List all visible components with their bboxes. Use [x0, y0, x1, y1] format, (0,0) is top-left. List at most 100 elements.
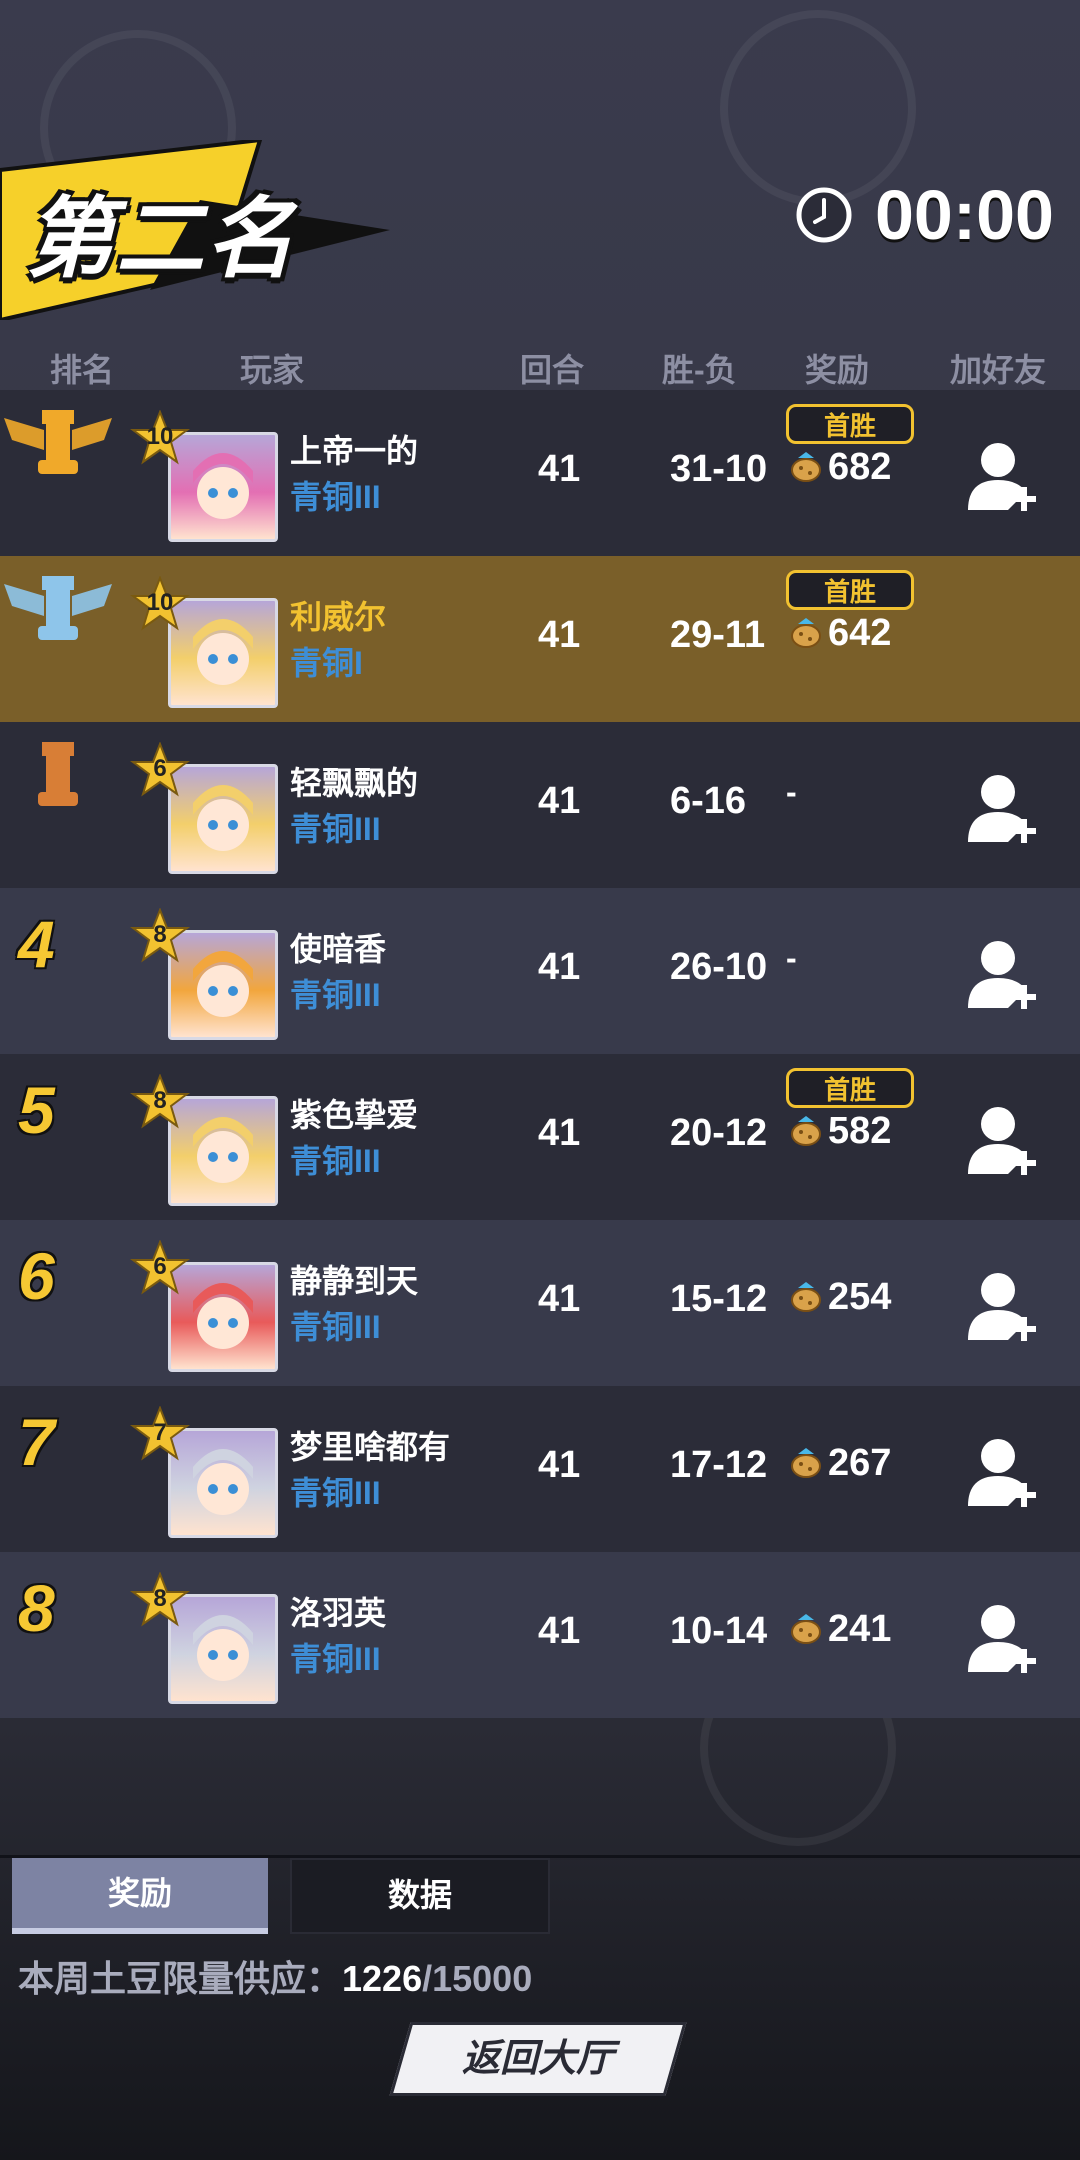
potato-icon [791, 1613, 821, 1644]
add-friend-icon[interactable] [968, 1436, 1038, 1512]
player-win-loss: 15-12 [670, 1278, 768, 1320]
bronze-rook-trophy-icon [38, 742, 78, 806]
rank-number: 4 [18, 907, 55, 981]
potato-icon [791, 451, 821, 482]
player-name: 静静到天 [290, 1263, 419, 1299]
table-row: 10 利威尔 青铜I 41 29-11 首胜 642 [0, 556, 1080, 722]
col-win-loss: 胜-负 [662, 352, 737, 388]
col-player: 玩家 [240, 352, 305, 388]
player-tier: 青铜I [290, 645, 363, 681]
add-friend-icon[interactable] [968, 440, 1038, 516]
player-rounds: 41 [538, 614, 581, 656]
col-add-friend: 加好友 [950, 352, 1047, 388]
column-headers: 排名 玩家 回合 胜-负 奖励 加好友 [0, 345, 1080, 388]
add-friend-icon[interactable] [968, 1602, 1038, 1678]
rank-number: 5 [18, 1073, 55, 1147]
player-reward: 682 [828, 446, 892, 488]
player-reward: 267 [828, 1442, 892, 1484]
player-rounds: 41 [538, 1278, 581, 1320]
player-reward-group: 254 [788, 1276, 891, 1319]
player-name: 轻飘飘的 [290, 765, 419, 801]
player-reward: 582 [828, 1110, 892, 1152]
table-row: 4 8 使暗香 青铜III 41 26-10- [0, 888, 1080, 1054]
player-level: 8 [153, 1585, 167, 1612]
player-win-loss: 29-11 [670, 614, 766, 656]
first-win-badge: 首胜 [786, 1068, 914, 1108]
player-reward: 254 [828, 1276, 892, 1318]
player-name: 上帝一的 [290, 433, 419, 469]
add-friend-icon[interactable] [968, 938, 1038, 1014]
add-friend-icon[interactable] [968, 772, 1038, 848]
col-reward: 奖励 [805, 352, 870, 388]
potato-icon [791, 1281, 821, 1312]
silver-rook-trophy-icon [4, 576, 112, 640]
potato-icon [791, 1447, 821, 1478]
player-reward-group: 582 [788, 1110, 891, 1153]
potato-icon [791, 1115, 821, 1146]
player-reward: 241 [828, 1608, 892, 1650]
rank-number: 7 [18, 1405, 55, 1479]
player-rounds: 41 [538, 448, 581, 490]
table-row: 7 7 梦里啥都有青铜III 41 17-12 267 [0, 1386, 1080, 1552]
player-rounds: 41 [538, 1112, 581, 1154]
player-rounds: 41 [538, 946, 581, 988]
player-win-loss: 20-12 [670, 1112, 768, 1154]
rank-number: 8 [18, 1571, 55, 1645]
col-rank: 排名 [50, 352, 115, 388]
supply-max: /15000 [422, 1958, 533, 1999]
table-row: 5 8 紫色挚爱青铜III 41 20-12 首胜 582 [0, 1054, 1080, 1220]
tab-data[interactable]: 数据 [290, 1858, 550, 1934]
player-level: 7 [153, 1419, 167, 1446]
player-name: 使暗香 [290, 931, 387, 967]
player-level: 6 [153, 1253, 167, 1280]
supply-current: 1226 [342, 1958, 423, 1999]
player-win-loss: 6-16 [670, 780, 747, 822]
player-rounds: 41 [538, 1444, 581, 1486]
table-row: 6 轻飘飘的青铜III 41 6-16 - [0, 722, 1080, 888]
player-name: 洛羽英 [290, 1595, 387, 1631]
add-friend-icon[interactable] [968, 1104, 1038, 1180]
timer-value: 00:00 [874, 176, 1054, 254]
col-rounds: 回合 [520, 352, 585, 388]
add-friend-icon[interactable] [968, 1270, 1038, 1346]
player-tier: 青铜III [290, 1309, 381, 1345]
table-row: 10 上帝一的青铜III 41 31-10 首胜 682 [0, 390, 1080, 556]
player-reward-group: 642 [788, 612, 891, 655]
player-level: 10 [146, 423, 174, 450]
player-level: 6 [153, 755, 167, 782]
potato-icon [791, 617, 821, 648]
first-win-badge: 首胜 [786, 404, 914, 444]
player-rounds: 41 [538, 780, 581, 822]
player-reward-group: 682 [788, 446, 891, 489]
player-reward-group: 267 [788, 1442, 891, 1485]
player-level: 8 [153, 921, 167, 948]
tab-reward[interactable]: 奖励 [12, 1858, 268, 1934]
player-tier: 青铜III [290, 1143, 381, 1179]
player-level: 8 [153, 1087, 167, 1114]
player-tier: 青铜III [290, 1641, 381, 1677]
player-name: 利威尔 [290, 599, 387, 635]
player-name: 梦里啥都有 [290, 1429, 451, 1465]
potato-supply: 本周土豆限量供应：1226/15000 [18, 1950, 532, 2002]
player-win-loss: 31-10 [670, 448, 768, 490]
player-reward: 642 [828, 612, 892, 654]
player-win-loss: 17-12 [670, 1444, 768, 1486]
supply-label: 本周土豆限量供应： [18, 1958, 343, 1999]
return-lobby-button[interactable]: 返回大厅 [389, 2022, 687, 2096]
player-tier: 青铜III [290, 977, 381, 1013]
player-tier: 青铜III [290, 1475, 381, 1511]
table-row: 6 6 静静到天 青铜III 41 15-12 254 [0, 1220, 1080, 1386]
player-reward: - [786, 774, 797, 810]
player-win-loss: 26-10 [670, 946, 768, 988]
first-win-badge: 首胜 [786, 570, 914, 610]
player-tier: 青铜III [290, 479, 381, 515]
player-reward-group: 241 [788, 1608, 891, 1651]
player-name: 紫色挚爱 [290, 1097, 419, 1133]
return-lobby-label: 返回大厅 [461, 2038, 614, 2080]
gold-rook-trophy-icon [4, 410, 112, 474]
clock-icon [796, 187, 852, 243]
match-timer: 00:00 [795, 175, 1054, 255]
placement-title: 第二名 [26, 189, 297, 288]
player-tier: 青铜III [290, 811, 381, 847]
player-win-loss: 10-14 [670, 1610, 768, 1652]
